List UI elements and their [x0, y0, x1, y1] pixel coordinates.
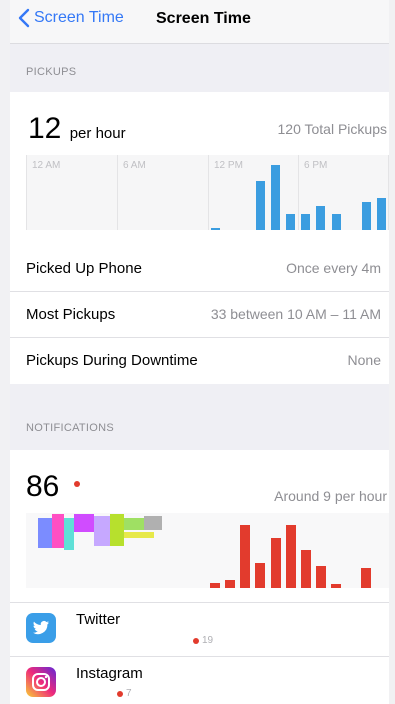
app-bar-dot: [117, 691, 123, 697]
chart-bar: [361, 567, 372, 588]
instagram-icon: [26, 667, 56, 697]
chart-bar: [376, 197, 386, 230]
notification-dot: [74, 481, 80, 487]
app-bar-dot: [193, 638, 199, 644]
chart-bar: [331, 584, 342, 588]
app-name: Instagram: [76, 665, 143, 682]
tick-label: 12 AM: [32, 160, 61, 171]
chart-bar: [285, 525, 296, 588]
app-notification-count: 19: [202, 635, 214, 646]
page-title: Screen Time: [156, 10, 251, 27]
notifications-rate: Around 9 per hour: [274, 488, 387, 504]
gridline: [117, 155, 118, 230]
tick-label: 6 AM: [123, 160, 146, 171]
chart-bar: [240, 525, 251, 588]
chart-bar: [270, 537, 281, 588]
row-value: 33 between 10 AM – 11 AM: [210, 306, 381, 322]
picked-up-phone-row: Picked Up Phone Once every 4m: [10, 246, 389, 292]
tick-label: 6 PM: [304, 160, 328, 171]
twitter-icon: [26, 613, 56, 643]
notifications-section-title: NOTIFICATIONS: [26, 422, 115, 434]
right-edge: [389, 0, 395, 704]
pickups-rate-unit: per hour: [69, 125, 126, 142]
chart-bar: [225, 580, 236, 588]
chart-bar: [300, 550, 311, 588]
chart-bar: [255, 181, 265, 230]
row-value: None: [347, 352, 381, 368]
pickups-rate: 12 per hour: [28, 112, 126, 146]
chart-bar: [301, 213, 311, 230]
navigation-bar: Screen Time Screen Time: [10, 0, 389, 44]
pickups-downtime-row: Pickups During Downtime None: [10, 338, 389, 384]
notifications-section-header: NOTIFICATIONS: [10, 384, 389, 450]
pickups-section-title: PICKUPS: [26, 66, 77, 78]
notifications-count-value: 86: [26, 470, 60, 503]
gridline: [298, 155, 299, 230]
chart-bar: [255, 562, 266, 588]
gridline: [26, 155, 27, 230]
chart-bar: [271, 165, 281, 230]
row-label: Pickups During Downtime: [26, 352, 198, 369]
app-row-instagram[interactable]: Instagram 7: [10, 656, 389, 704]
app-notification-count: 7: [126, 688, 132, 699]
gridline: [208, 155, 209, 230]
pickups-rate-value: 12: [28, 112, 62, 145]
chart-bar: [210, 228, 220, 230]
gridline: [388, 155, 389, 230]
chevron-left-icon: [18, 8, 30, 28]
row-label: Picked Up Phone: [26, 260, 142, 277]
back-button-label: Screen Time: [34, 9, 124, 26]
notifications-count: 86: [26, 470, 59, 504]
chart-bar: [286, 213, 296, 230]
app-row-twitter[interactable]: Twitter 19: [10, 602, 389, 656]
back-button[interactable]: Screen Time: [18, 8, 124, 28]
chart-bar: [361, 201, 371, 230]
left-edge: [0, 0, 10, 704]
row-value: Once every 4m: [286, 260, 381, 276]
chart-bar: [331, 213, 341, 230]
app-name: Twitter: [76, 611, 121, 628]
pickups-section-header: PICKUPS: [10, 44, 389, 92]
total-pickups: 120 Total Pickups: [277, 121, 387, 137]
row-label: Most Pickups: [26, 306, 116, 323]
most-pickups-row: Most Pickups 33 between 10 AM – 11 AM: [10, 292, 389, 338]
chart-bar: [210, 582, 221, 588]
tick-label: 12 PM: [214, 160, 243, 171]
chart-bar: [316, 205, 326, 230]
pickups-chart: 12 AM 6 AM 12 PM 6 PM: [26, 155, 389, 230]
chart-bar: [315, 566, 326, 588]
